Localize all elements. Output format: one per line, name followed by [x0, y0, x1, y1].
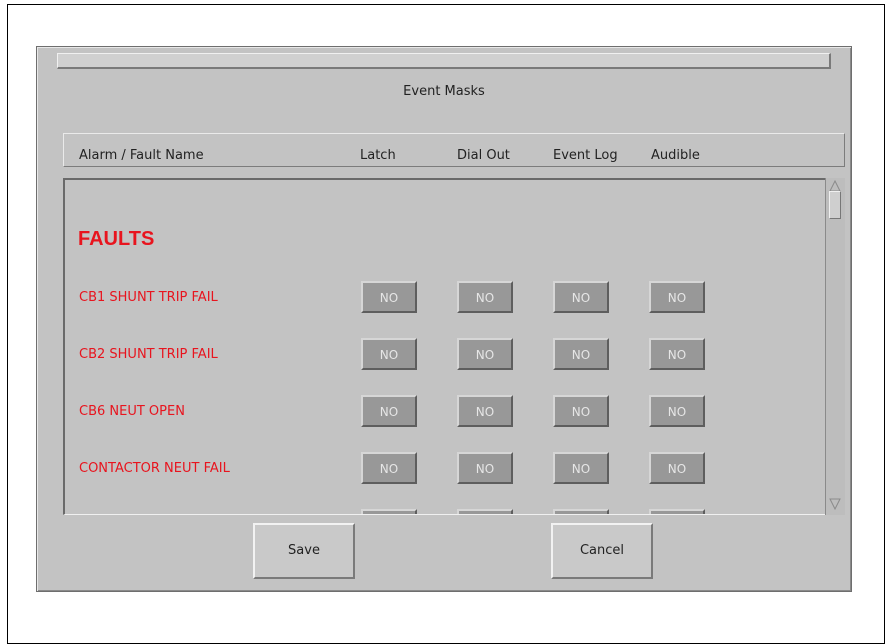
dialog-title: Event Masks [403, 84, 485, 99]
dial-out-toggle-partial[interactable] [457, 509, 513, 514]
event-log-toggle[interactable]: NO [553, 338, 609, 370]
event-masks-dialog: Event Masks Alarm / Fault Name Latch Dia… [36, 46, 852, 592]
dial-out-toggle[interactable]: NO [457, 281, 513, 313]
vertical-scrollbar[interactable] [825, 178, 845, 515]
event-log-toggle[interactable]: NO [553, 452, 609, 484]
event-log-toggle[interactable]: NO [553, 281, 609, 313]
event-mask-list[interactable]: FAULTS CB1 SHUNT TRIP FAIL NO NO NO NO C… [63, 178, 827, 515]
audible-toggle[interactable]: NO [649, 281, 705, 313]
column-header-audible: Audible [651, 148, 700, 163]
fault-name: CB6 NEUT OPEN [79, 404, 185, 419]
column-header-dial-out: Dial Out [457, 148, 510, 163]
window-title-bar[interactable] [57, 53, 831, 69]
triangle-down-icon[interactable] [829, 498, 841, 511]
audible-toggle[interactable]: NO [649, 395, 705, 427]
dial-out-toggle[interactable]: NO [457, 338, 513, 370]
scroll-thumb[interactable] [829, 191, 841, 219]
event-log-toggle-partial[interactable] [553, 509, 609, 514]
fault-name: CB2 SHUNT TRIP FAIL [79, 347, 218, 362]
fault-name: CONTACTOR NEUT FAIL [79, 461, 230, 476]
event-log-toggle[interactable]: NO [553, 395, 609, 427]
audible-toggle[interactable]: NO [649, 452, 705, 484]
latch-toggle[interactable]: NO [361, 452, 417, 484]
audible-toggle-partial[interactable] [649, 509, 705, 514]
latch-toggle[interactable]: NO [361, 338, 417, 370]
fault-name: CB1 SHUNT TRIP FAIL [79, 290, 218, 305]
audible-toggle[interactable]: NO [649, 338, 705, 370]
column-header-latch: Latch [360, 148, 396, 163]
cancel-button[interactable]: Cancel [551, 523, 653, 579]
column-header-name: Alarm / Fault Name [79, 148, 204, 163]
save-button[interactable]: Save [253, 523, 355, 579]
section-title-faults: FAULTS [78, 228, 155, 250]
latch-toggle[interactable]: NO [361, 281, 417, 313]
latch-toggle[interactable]: NO [361, 395, 417, 427]
dial-out-toggle[interactable]: NO [457, 452, 513, 484]
column-header-event-log: Event Log [553, 148, 618, 163]
latch-toggle-partial[interactable] [361, 509, 417, 514]
dial-out-toggle[interactable]: NO [457, 395, 513, 427]
